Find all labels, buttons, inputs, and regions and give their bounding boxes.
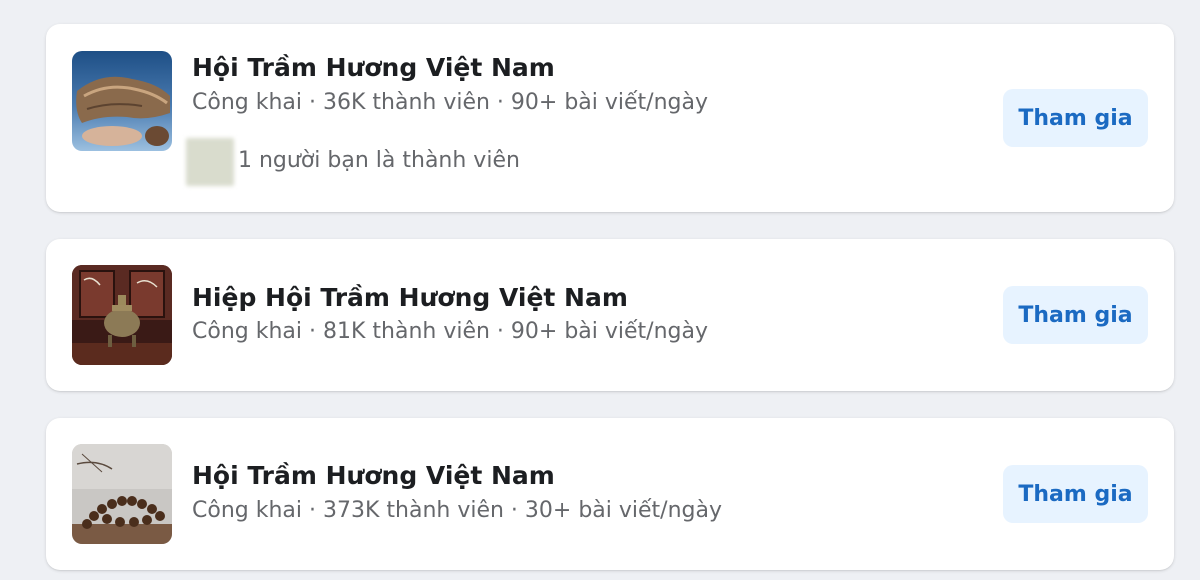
group-meta: Công khai · 36K thành viên · 90+ bài viế…: [192, 90, 709, 115]
group-card: Hội Trầm Hương Việt Nam Công khai · 373K…: [46, 418, 1174, 570]
group-cover-image[interactable]: [72, 444, 172, 544]
mutual-friends-text: 1 người bạn là thành viên: [238, 148, 520, 173]
group-card: Hiệp Hội Trầm Hương Việt Nam Công khai ·…: [46, 239, 1174, 391]
group-meta: Công khai · 81K thành viên · 90+ bài viế…: [192, 319, 709, 344]
join-button[interactable]: Tham gia: [1003, 465, 1148, 523]
join-button[interactable]: Tham gia: [1003, 286, 1148, 344]
group-card: Hội Trầm Hương Việt Nam Công khai · 36K …: [46, 24, 1174, 212]
group-meta: Công khai · 373K thành viên · 30+ bài vi…: [192, 498, 722, 523]
group-name[interactable]: Hiệp Hội Trầm Hương Việt Nam: [192, 283, 628, 312]
group-cover-image[interactable]: [72, 51, 172, 151]
join-button[interactable]: Tham gia: [1003, 89, 1148, 147]
friend-avatar[interactable]: [186, 138, 234, 186]
group-cover-image[interactable]: [72, 265, 172, 365]
group-name[interactable]: Hội Trầm Hương Việt Nam: [192, 461, 555, 490]
group-name[interactable]: Hội Trầm Hương Việt Nam: [192, 53, 555, 82]
